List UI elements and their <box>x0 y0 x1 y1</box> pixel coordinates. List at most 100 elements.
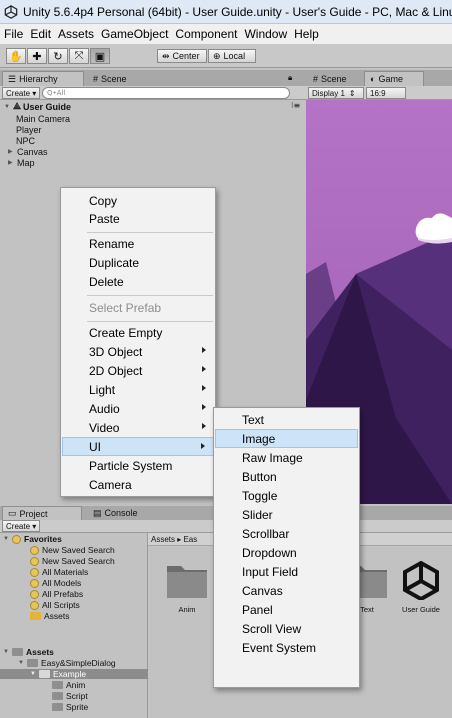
menu-item-paste[interactable]: Paste <box>62 209 214 228</box>
tab-game[interactable]: ◐ Game <box>364 71 424 86</box>
tree-item-script[interactable]: Script <box>52 691 88 701</box>
menu-item-video[interactable]: Video <box>62 418 214 437</box>
menu-file[interactable]: File <box>4 27 23 41</box>
hierarchy-item-player[interactable]: Player <box>16 124 42 135</box>
rotate-icon: ↻ <box>53 49 63 63</box>
favorite-item[interactable]: All Scripts <box>30 600 80 610</box>
menu-item-light[interactable]: Light <box>62 380 214 399</box>
submenu-item-text[interactable]: Text <box>215 410 358 429</box>
project-create-dropdown[interactable]: Create ▾ <box>2 520 40 532</box>
favorite-item[interactable]: All Models <box>30 578 81 588</box>
menu-item-particle-system[interactable]: Particle System <box>62 456 214 475</box>
menu-item-delete[interactable]: Delete <box>62 272 214 291</box>
move-tool-button[interactable]: ✚ <box>27 48 47 64</box>
scene-root-row[interactable]: ▼ ⟁ User Guide <box>4 101 71 112</box>
favorite-item[interactable]: Assets <box>30 611 70 621</box>
menu-item-camera[interactable]: Camera <box>62 475 214 494</box>
hierarchy-item-map[interactable]: ▶ Map <box>8 157 35 168</box>
hierarchy-item-npc[interactable]: NPC <box>16 135 35 146</box>
tab-scene-left[interactable]: # Scene <box>88 71 148 86</box>
hierarchy-create-dropdown[interactable]: Create ▾ <box>2 87 40 99</box>
menu-item-rename[interactable]: Rename <box>62 234 214 253</box>
submenu-item-panel[interactable]: Panel <box>215 600 358 619</box>
menu-window[interactable]: Window <box>244 27 287 41</box>
submenu-item-scrollbar[interactable]: Scrollbar <box>215 524 358 543</box>
pivot-toggle[interactable]: ⇹ Center <box>157 49 207 63</box>
folder-icon <box>12 648 23 656</box>
expand-icon[interactable]: ▼ <box>3 649 10 655</box>
asset-scene-user-guide[interactable]: User Guide <box>396 560 446 614</box>
aspect-dropdown[interactable]: 16:9 <box>366 87 406 99</box>
submenu-item-slider[interactable]: Slider <box>215 505 358 524</box>
search-icon <box>30 578 39 588</box>
lock-icon[interactable]: 🔒︎ <box>288 73 292 83</box>
rect-tool-button[interactable]: ▣ <box>90 48 110 64</box>
menu-item-ui[interactable]: UI <box>62 437 214 456</box>
console-icon: ▤ <box>93 507 102 518</box>
menu-item-3d-object[interactable]: 3D Object <box>62 342 214 361</box>
asset-folder-anim[interactable]: Anim <box>162 560 212 614</box>
display-dropdown[interactable]: Display 1 ⇕ <box>308 87 364 99</box>
tree-item-easysimpledialog[interactable]: ▼ Easy&SimpleDialog <box>18 658 116 668</box>
menu-help[interactable]: Help <box>294 27 319 41</box>
expand-icon[interactable]: ▼ <box>30 671 37 677</box>
collapsed-arrow-icon[interactable]: ▶ <box>8 148 15 155</box>
submenu-item-scroll-view[interactable]: Scroll View <box>215 619 358 638</box>
menu-gameobject[interactable]: GameObject <box>101 27 168 41</box>
space-toggle[interactable]: ⊕ Local <box>208 49 256 63</box>
folder-icon: ▭ <box>8 508 17 518</box>
hand-tool-button[interactable]: ✋ <box>6 48 26 64</box>
menu-item-audio[interactable]: Audio <box>62 399 214 418</box>
submenu-item-dropdown[interactable]: Dropdown <box>215 543 358 562</box>
expand-icon[interactable]: ▼ <box>3 536 10 542</box>
tab-project[interactable]: ▭ Project <box>2 506 82 520</box>
grid-icon: # <box>313 73 319 84</box>
unity-scene-icon <box>403 560 439 600</box>
expand-icon[interactable]: ▼ <box>4 104 11 110</box>
hierarchy-item-main-camera[interactable]: Main Camera <box>16 113 70 124</box>
menu-assets[interactable]: Assets <box>58 27 94 41</box>
folder-icon <box>52 703 63 711</box>
tab-hierarchy[interactable]: ☰ Hierarchy <box>2 71 84 86</box>
rotate-tool-button[interactable]: ↻ <box>48 48 68 64</box>
submenu-item-event-system[interactable]: Event System <box>215 638 358 657</box>
favorite-item[interactable]: New Saved Search <box>30 556 115 566</box>
tab-scene[interactable]: # Scene <box>308 71 362 86</box>
scene-options-icon[interactable]: ⁝≡ <box>291 101 300 110</box>
hierarchy-search-input[interactable]: Q•All <box>42 87 290 99</box>
submenu-item-toggle[interactable]: Toggle <box>215 486 358 505</box>
menu-item-duplicate[interactable]: Duplicate <box>62 253 214 272</box>
submenu-arrow-icon <box>202 423 206 429</box>
ui-submenu: Text Image Raw Image Button Toggle Slide… <box>213 407 360 688</box>
submenu-item-image[interactable]: Image <box>215 429 358 448</box>
unity-scene-icon: ⟁ <box>13 101 22 111</box>
tab-console[interactable]: ▤ Console <box>88 506 152 520</box>
search-icon <box>30 545 39 555</box>
menu-item-create-empty[interactable]: Create Empty <box>62 323 214 342</box>
menu-item-2d-object[interactable]: 2D Object <box>62 361 214 380</box>
favorite-item[interactable]: All Prefabs <box>30 589 83 599</box>
favorite-item[interactable]: New Saved Search <box>30 545 115 555</box>
scale-tool-button[interactable]: ⤧ <box>69 48 89 64</box>
submenu-item-button[interactable]: Button <box>215 467 358 486</box>
assets-header[interactable]: ▼ Assets <box>3 647 54 657</box>
submenu-item-raw-image[interactable]: Raw Image <box>215 448 358 467</box>
submenu-item-canvas[interactable]: Canvas <box>215 581 358 600</box>
favorites-header[interactable]: ▼ Favorites <box>3 534 62 544</box>
tree-item-sprite[interactable]: Sprite <box>52 702 88 712</box>
hierarchy-item-canvas[interactable]: ▶ Canvas <box>8 146 48 157</box>
folder-icon <box>167 566 207 598</box>
chevron-down-icon: ▾ <box>32 521 37 531</box>
scale-icon: ⤧ <box>74 49 84 62</box>
favorite-item[interactable]: All Materials <box>30 567 88 577</box>
move-icon: ✚ <box>32 49 42 63</box>
collapsed-arrow-icon[interactable]: ▶ <box>8 159 15 166</box>
menu-edit[interactable]: Edit <box>30 27 51 41</box>
menu-component[interactable]: Component <box>175 27 237 41</box>
submenu-item-input-field[interactable]: Input Field <box>215 562 358 581</box>
expand-icon[interactable]: ▼ <box>18 660 25 666</box>
tree-item-anim[interactable]: Anim <box>52 680 85 690</box>
menu-item-copy[interactable]: Copy <box>62 191 214 210</box>
submenu-arrow-icon <box>202 385 206 391</box>
tree-item-example[interactable]: ▼ Example <box>0 669 148 679</box>
